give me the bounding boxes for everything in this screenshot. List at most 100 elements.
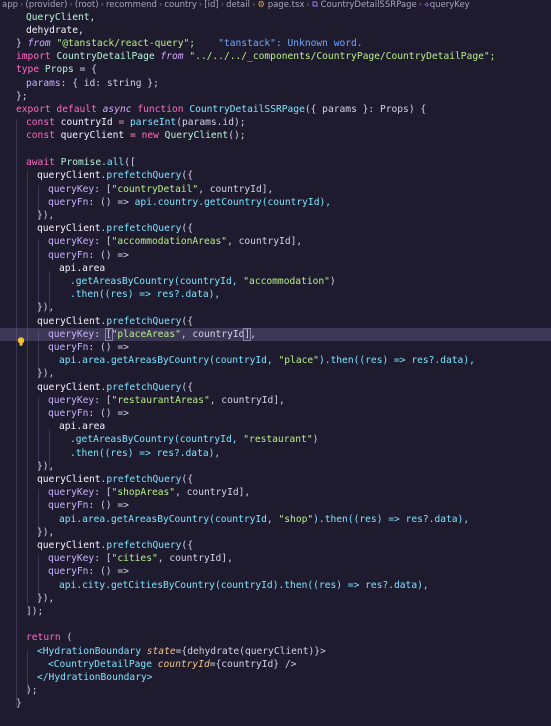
- code-token: QueryClient,: [26, 12, 96, 23]
- lightbulb-icon[interactable]: [17, 337, 25, 347]
- code-token: "place": [278, 355, 319, 366]
- code-token: "../../../_components/CountryPage/Countr…: [189, 51, 496, 62]
- code-line: }),: [0, 209, 551, 222]
- code-line: </HydrationBoundary>: [0, 671, 551, 684]
- code-line: }),: [0, 301, 551, 314]
- code-line: );: [0, 684, 551, 697]
- chevron-right-icon: ›: [251, 0, 256, 10]
- code-token: export default: [16, 104, 97, 115]
- code-token: : () =>: [88, 250, 129, 261]
- code-token: : () =>: [88, 197, 129, 208]
- code-token: ({: [181, 223, 193, 234]
- code-token: queryFn: [48, 408, 89, 419]
- code-token: }),: [37, 210, 55, 221]
- code-line: api.area.getAreasByCountry(countryId, "p…: [0, 354, 551, 367]
- code-token: .then((res) => res?.data),: [70, 289, 221, 300]
- code-line: queryFn: () =>: [0, 407, 551, 420]
- code-token: queryKey: [48, 184, 95, 195]
- breadcrumb-app[interactable]: app: [2, 0, 18, 10]
- code-line: }),: [0, 460, 551, 473]
- code-line: api.area: [0, 420, 551, 433]
- chevron-right-icon: ›: [306, 0, 310, 10]
- code-token: .prefetchQuery: [100, 223, 182, 234]
- breadcrumb-root[interactable]: (root): [75, 0, 99, 10]
- code-line: queryClient.prefetchQuery({: [0, 539, 551, 552]
- breadcrumb-provider[interactable]: (provider): [25, 0, 67, 10]
- chevron-right-icon: ›: [100, 0, 104, 10]
- code-token: queryKey: [48, 329, 95, 340]
- code-token: queryFn: [48, 342, 89, 353]
- code-token: "accommodationAreas": [111, 236, 228, 247]
- code-line: } from "@tanstack/react-query"; "tanstac…: [0, 37, 551, 50]
- code-token: =: [118, 117, 125, 128]
- code-token: "shopAreas": [111, 487, 176, 498]
- code-token: api.city.getCitiesByCountry(countryId).t…: [59, 580, 429, 591]
- code-token: countryId: [60, 117, 113, 128]
- code-line: return (: [0, 631, 551, 644]
- code-token: };: [16, 91, 28, 102]
- code-token: }),: [37, 368, 55, 379]
- code-token: const: [26, 117, 55, 128]
- code-line: queryKey: ["accommodationAreas", country…: [0, 235, 551, 248]
- code-token: <CountryDetailPage: [48, 659, 152, 670]
- breadcrumb-recommend[interactable]: recommend: [106, 0, 157, 10]
- code-line: queryClient.prefetchQuery({: [0, 473, 551, 486]
- code-line: const countryId = parseInt(params.id);: [0, 116, 551, 129]
- code-line: queryClient.prefetchQuery({: [0, 222, 551, 235]
- code-token: type: [16, 64, 40, 75]
- chevron-right-icon: ›: [418, 0, 423, 10]
- code-line: await Promise.all([: [0, 156, 551, 169]
- code-token: queryClient: [37, 540, 101, 551]
- code-token: : () =>: [88, 342, 129, 353]
- code-token: : () =>: [88, 408, 129, 419]
- code-line: params: { id: string };: [0, 77, 551, 90]
- code-token: Promise: [60, 157, 102, 168]
- code-token: dehydrate,: [26, 25, 84, 36]
- code-line: }),: [0, 592, 551, 605]
- code-token: queryFn: [48, 197, 89, 208]
- code-line: <CountryDetailPage countryId={countryId}…: [0, 658, 551, 671]
- code-token: ({: [181, 540, 193, 551]
- code-line: dehydrate,: [0, 24, 551, 37]
- breadcrumb-country[interactable]: country: [164, 0, 197, 10]
- code-line: api.city.getCitiesByCountry(countryId).t…: [0, 579, 551, 592]
- code-line: queryFn: () =>: [0, 249, 551, 262]
- breadcrumb-symbol[interactable]: queryKey: [430, 0, 470, 10]
- code-token: "@tanstack/react-query";: [56, 38, 196, 49]
- code-token: ([: [124, 157, 136, 168]
- code-token: api.area: [59, 421, 106, 432]
- code-token: ]);: [26, 606, 44, 617]
- code-token: : () =>: [88, 500, 129, 511]
- code-token: new: [141, 130, 159, 141]
- code-token: ({: [181, 170, 193, 181]
- code-token: queryKey: [48, 487, 95, 498]
- code-token: countryId: [157, 659, 210, 670]
- code-token: : { id: string };: [60, 78, 159, 89]
- code-line: queryFn: () => api.country.getCountry(co…: [0, 196, 551, 209]
- code-token: state: [146, 646, 176, 657]
- code-token: "restaurant": [243, 434, 313, 445]
- chevron-right-icon: ›: [220, 0, 225, 10]
- code-token: ={dehydrate(queryClient)}>: [175, 646, 326, 657]
- code-token: }),: [37, 527, 55, 538]
- code-token: .getAreasByCountry(countryId,: [70, 276, 244, 287]
- code-token: from: [27, 38, 51, 49]
- breadcrumb-id[interactable]: [id]: [204, 0, 218, 10]
- gear-file-icon: ⚙: [257, 0, 265, 10]
- code-line: }),: [0, 367, 551, 380]
- code-line-active: queryKey: ["placeAreas", countryId],: [0, 328, 551, 342]
- code-editor[interactable]: QueryClient, dehydrate, } from "@tanstac…: [0, 11, 551, 726]
- code-token: QueryClient: [164, 130, 229, 141]
- function-icon: ⧉: [311, 0, 318, 10]
- breadcrumb: app › (provider) › (root) › recommend › country ›…: [0, 0, 551, 11]
- breadcrumb-function[interactable]: CountryDetailSSRPage: [321, 0, 417, 10]
- breadcrumb-file[interactable]: page.tsx: [268, 0, 305, 10]
- breadcrumb-detail[interactable]: detail: [226, 0, 250, 10]
- code-token: "placeAreas": [111, 329, 181, 340]
- code-token: params: [26, 78, 61, 89]
- code-line: queryClient.prefetchQuery({: [0, 169, 551, 182]
- code-token: "shop": [278, 514, 314, 525]
- code-token: queryFn: [48, 500, 89, 511]
- code-token: queryClient: [37, 223, 101, 234]
- code-token: queryFn: [48, 566, 89, 577]
